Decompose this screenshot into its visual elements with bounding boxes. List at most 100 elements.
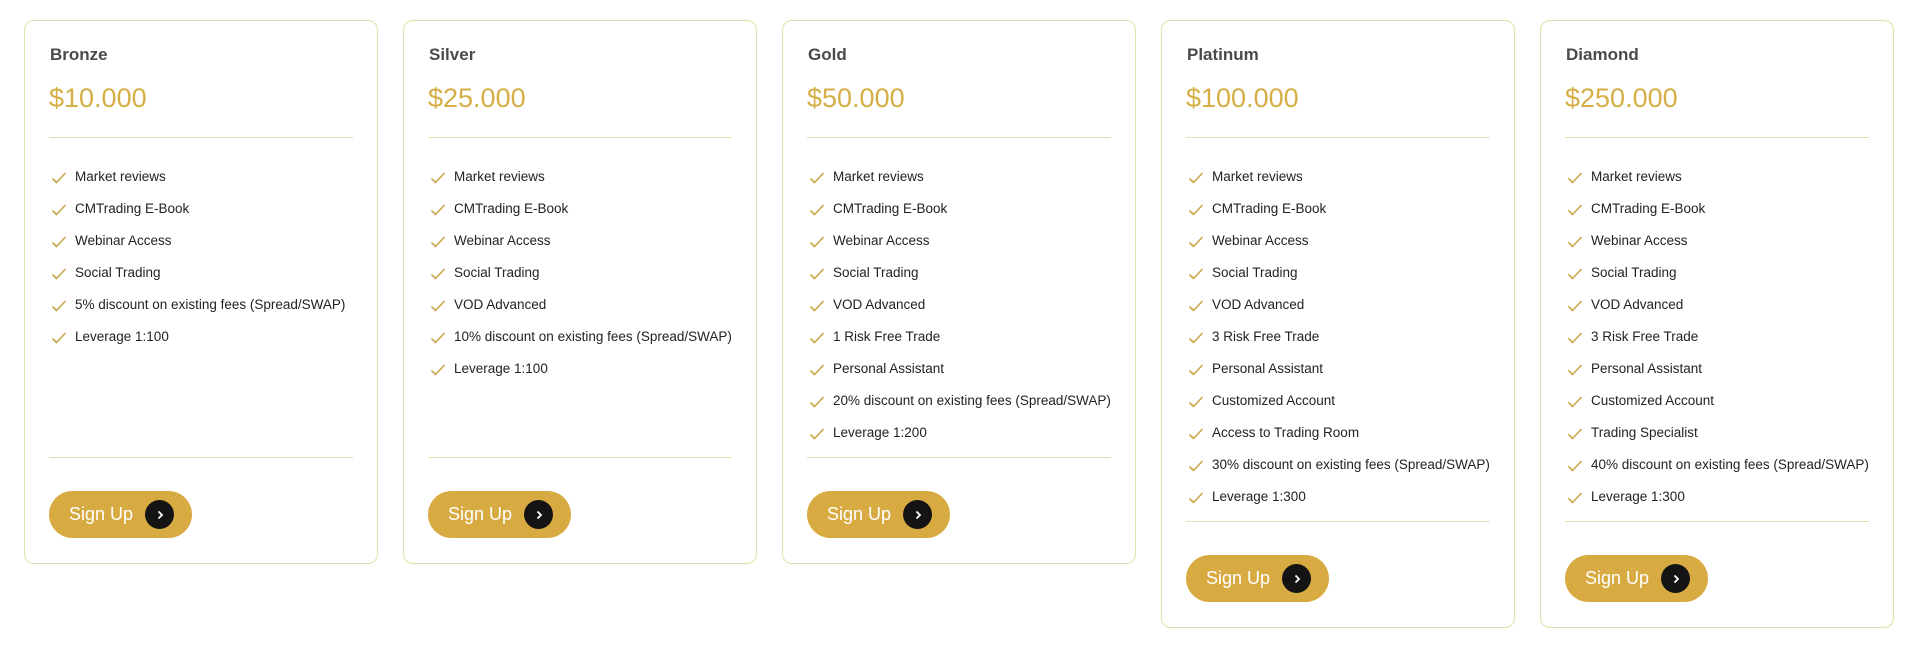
check-icon (809, 428, 825, 440)
feature-label: Leverage 1:200 (833, 425, 927, 440)
sign-up-label: Sign Up (69, 504, 134, 524)
feature-item: Market reviews (1188, 169, 1490, 201)
feature-item: Leverage 1:100 (430, 361, 732, 393)
feature-item: VOD Advanced (1567, 297, 1869, 329)
feature-list: Market reviews CMTrading E-Book Webinar … (809, 169, 1111, 457)
check-icon (51, 332, 67, 344)
check-icon (51, 268, 67, 280)
feature-label: VOD Advanced (454, 297, 547, 312)
feature-label: Market reviews (833, 169, 924, 184)
divider (1565, 137, 1869, 138)
divider (1186, 137, 1490, 138)
check-icon (1188, 364, 1204, 376)
sign-up-button[interactable]: Sign Up (1565, 555, 1708, 602)
feature-item: CMTrading E-Book (1188, 201, 1490, 233)
divider (49, 137, 353, 138)
feature-label: Webinar Access (1591, 233, 1688, 248)
sign-up-button[interactable]: Sign Up (807, 491, 950, 538)
feature-item: VOD Advanced (1188, 297, 1490, 329)
feature-label: VOD Advanced (833, 297, 926, 312)
check-icon (809, 332, 825, 344)
feature-label: 3 Risk Free Trade (1591, 329, 1699, 344)
plan-name: Silver (429, 45, 476, 64)
check-icon (1567, 172, 1583, 184)
check-icon (1567, 204, 1583, 216)
divider (428, 137, 732, 138)
feature-item: 3 Risk Free Trade (1567, 329, 1869, 361)
plan-card-platinum: Platinum $100.000 Market reviews CMTradi… (1161, 20, 1515, 628)
sign-up-label: Sign Up (1206, 568, 1271, 588)
check-icon (1567, 492, 1583, 504)
check-icon (1188, 172, 1204, 184)
feature-label: 3 Risk Free Trade (1212, 329, 1320, 344)
feature-item: Customized Account (1188, 393, 1490, 425)
divider (428, 457, 732, 458)
feature-item: 20% discount on existing fees (Spread/SW… (809, 393, 1111, 425)
plan-price: $100.000 (1186, 83, 1299, 113)
feature-item: CMTrading E-Book (51, 201, 345, 233)
plan-price: $25.000 (428, 83, 526, 113)
plan-name: Diamond (1566, 45, 1639, 64)
feature-label: Market reviews (75, 169, 166, 184)
feature-item: 30% discount on existing fees (Spread/SW… (1188, 457, 1490, 489)
check-icon (430, 268, 446, 280)
feature-label: 40% discount on existing fees (Spread/SW… (1591, 457, 1869, 472)
feature-item: Social Trading (1188, 265, 1490, 297)
feature-label: 10% discount on existing fees (Spread/SW… (454, 329, 732, 344)
divider (49, 457, 353, 458)
check-icon (1188, 460, 1204, 472)
sign-up-button[interactable]: Sign Up (49, 491, 192, 538)
chevron-right-icon (1282, 564, 1311, 593)
feature-label: Social Trading (1591, 265, 1677, 280)
feature-label: Leverage 1:300 (1591, 489, 1685, 504)
check-icon (1188, 332, 1204, 344)
feature-item: Market reviews (809, 169, 1111, 201)
feature-label: Leverage 1:100 (454, 361, 548, 376)
check-icon (1188, 268, 1204, 280)
feature-item: Webinar Access (1188, 233, 1490, 265)
sign-up-label: Sign Up (1585, 568, 1650, 588)
feature-label: 5% discount on existing fees (Spread/SWA… (75, 297, 346, 312)
check-icon (430, 300, 446, 312)
feature-label: Customized Account (1591, 393, 1715, 408)
check-icon (1567, 364, 1583, 376)
feature-label: Personal Assistant (833, 361, 945, 376)
check-icon (1188, 492, 1204, 504)
feature-item: Market reviews (1567, 169, 1869, 201)
plan-name: Platinum (1187, 45, 1259, 64)
feature-label: Social Trading (75, 265, 161, 280)
feature-list: Market reviews CMTrading E-Book Webinar … (51, 169, 345, 361)
feature-list: Market reviews CMTrading E-Book Webinar … (430, 169, 732, 393)
check-icon (1188, 204, 1204, 216)
plan-price: $10.000 (49, 83, 147, 113)
feature-list: Market reviews CMTrading E-Book Webinar … (1188, 169, 1490, 521)
check-icon (1188, 428, 1204, 440)
check-icon (430, 172, 446, 184)
feature-label: CMTrading E-Book (833, 201, 948, 216)
check-icon (1567, 460, 1583, 472)
sign-up-label: Sign Up (448, 504, 513, 524)
feature-label: Webinar Access (833, 233, 930, 248)
feature-item: Customized Account (1567, 393, 1869, 425)
feature-item: CMTrading E-Book (809, 201, 1111, 233)
feature-item: Social Trading (1567, 265, 1869, 297)
feature-label: CMTrading E-Book (75, 201, 190, 216)
check-icon (430, 236, 446, 248)
check-icon (1188, 396, 1204, 408)
plan-price: $250.000 (1565, 83, 1678, 113)
plan-price: $50.000 (807, 83, 905, 113)
feature-item: 3 Risk Free Trade (1188, 329, 1490, 361)
feature-label: Market reviews (454, 169, 545, 184)
feature-item: Social Trading (51, 265, 345, 297)
feature-label: Market reviews (1212, 169, 1303, 184)
feature-item: Webinar Access (809, 233, 1111, 265)
feature-item: Personal Assistant (1188, 361, 1490, 393)
check-icon (51, 204, 67, 216)
feature-label: Leverage 1:100 (75, 329, 169, 344)
feature-item: 1 Risk Free Trade (809, 329, 1111, 361)
sign-up-button[interactable]: Sign Up (1186, 555, 1329, 602)
check-icon (51, 300, 67, 312)
sign-up-button[interactable]: Sign Up (428, 491, 571, 538)
feature-label: CMTrading E-Book (454, 201, 569, 216)
feature-item: CMTrading E-Book (430, 201, 732, 233)
